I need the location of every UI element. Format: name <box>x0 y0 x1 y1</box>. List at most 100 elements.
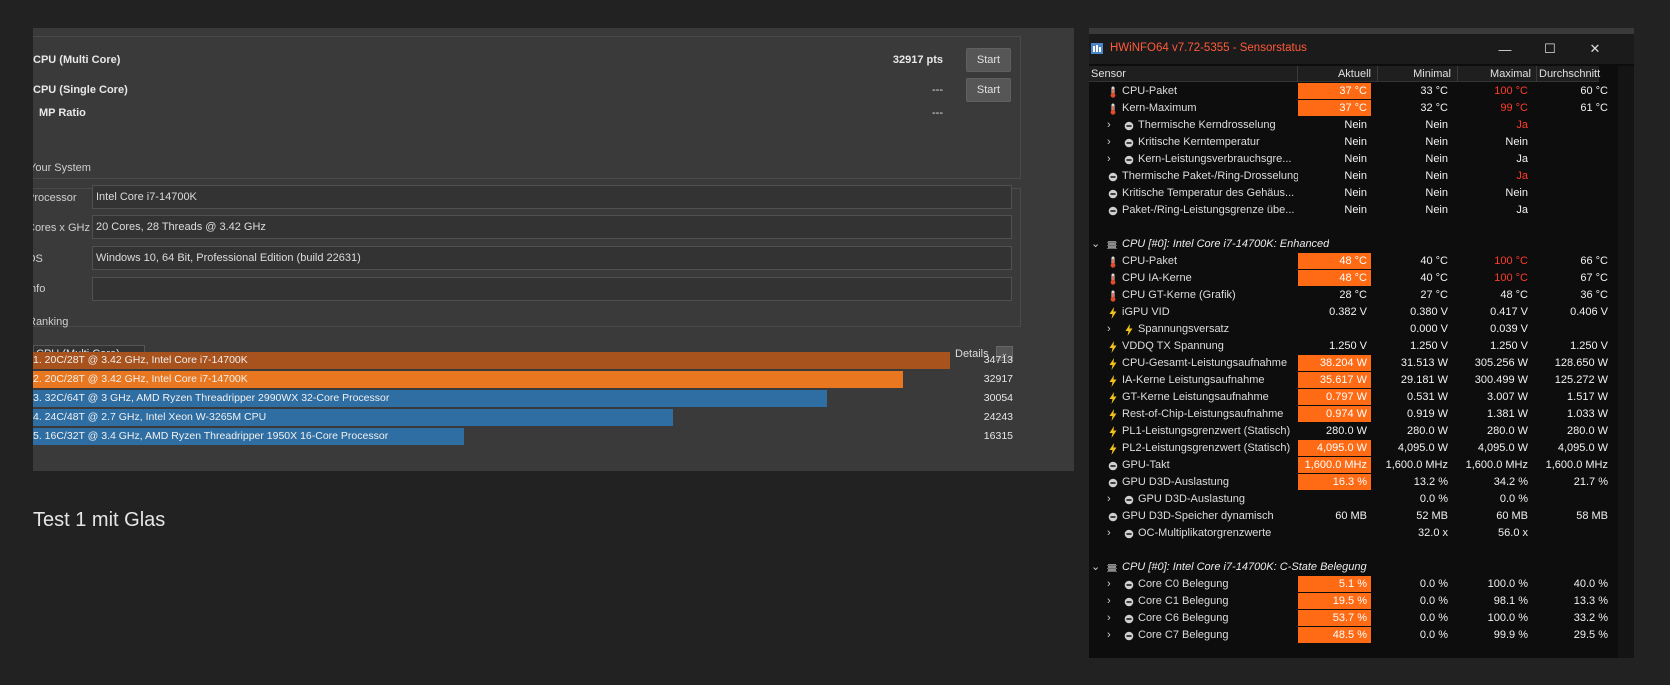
collapse-chevron-icon[interactable]: ⌄ <box>1091 236 1100 252</box>
value-min: 31.513 W <box>1400 357 1448 369</box>
sensor-group-row[interactable]: ⌄ CPU [#0]: Intel Core i7-14700K: C-State… <box>1089 559 1618 576</box>
sys-field-os: Windows 10, 64 Bit, Professional Edition… <box>92 246 1012 270</box>
maximize-button[interactable]: ☐ <box>1530 37 1570 61</box>
expand-chevron-icon[interactable]: › <box>1107 610 1111 626</box>
sensor-row[interactable]: › Core C7 Belegung 48.5 % 0.0 % 99.9 % 29.5 % <box>1089 627 1618 644</box>
value-max: 4,095.0 W <box>1477 442 1528 454</box>
value-current: 4,095.0 W <box>1298 440 1371 456</box>
sensor-row[interactable]: GT-Kerne Leistungsaufnahme 0.797 W 0.531 W… <box>1089 389 1618 406</box>
value-avg <box>1539 525 1612 541</box>
sensor-row[interactable]: GPU D3D-Speicher dynamisch 60 MB 52 MB 60 M… <box>1089 508 1618 525</box>
sensor-row[interactable]: › Core C1 Belegung 19.5 % 0.0 % 98.1 % 13.3 % <box>1089 593 1618 610</box>
header-sensor[interactable]: Sensor <box>1091 66 1291 82</box>
sensor-row[interactable]: › Kritische Kerntemperatur Nein Nein Nein <box>1089 134 1618 151</box>
column-divider[interactable] <box>1536 66 1537 82</box>
sensor-row[interactable]: IA-Kerne Leistungsaufnahme 35.617 W 29.181… <box>1089 372 1618 389</box>
sensor-row[interactable]: › GPU D3D-Auslastung 0.0 % 0.0 % <box>1089 491 1618 508</box>
expand-chevron-icon[interactable]: › <box>1107 134 1111 150</box>
vertical-scrollbar[interactable] <box>1618 66 1634 658</box>
status-circle-icon <box>1124 153 1134 165</box>
ranking-score: 30054 <box>983 392 1013 404</box>
sensor-row[interactable]: Kern-Maximum 37 °C 32 °C 99 °C 61 °C <box>1089 100 1618 117</box>
sensor-name: GPU D3D-Auslastung <box>1138 493 1245 505</box>
expand-chevron-icon[interactable]: › <box>1107 321 1111 337</box>
expand-chevron-icon[interactable]: › <box>1107 151 1111 167</box>
value-min: 0.0 % <box>1419 493 1448 505</box>
header-min[interactable]: Minimal <box>1379 66 1451 82</box>
sensor-row[interactable]: › OC-Multiplikatorgrenzwerte 32.0 x 56.0 x <box>1089 525 1618 542</box>
collapse-chevron-icon[interactable]: ⌄ <box>1091 559 1100 575</box>
sys-label-info: Info <box>33 283 46 295</box>
sensor-row[interactable]: › Core C6 Belegung 53.7 % 0.0 % 100.0 % 33.2 … <box>1089 610 1618 627</box>
sensor-row[interactable]: CPU-Gesamt-Leistungsaufnahme 38.204 W 31.5… <box>1089 355 1618 372</box>
expand-chevron-icon[interactable]: › <box>1107 491 1111 507</box>
title-bar[interactable]: HWiNFO64 v7.72-5355 - Sensorstatus — ☐ ✕ <box>1089 34 1634 64</box>
value-current: Nein <box>1344 136 1367 148</box>
value-min: 33 °C <box>1420 85 1448 97</box>
header-max[interactable]: Maximal <box>1459 66 1531 82</box>
sensor-row[interactable]: CPU-Paket 48 °C 40 °C 100 °C 66 °C <box>1089 253 1618 270</box>
sensor-row[interactable]: › Core C0 Belegung 5.1 % 0.0 % 100.0 % 40.0 % <box>1089 576 1618 593</box>
status-circle-icon <box>1124 629 1134 641</box>
header-current[interactable]: Aktuell <box>1299 66 1371 82</box>
start-multi-core-button[interactable]: Start <box>966 48 1011 72</box>
sensor-row[interactable]: CPU IA-Kerne 48 °C 40 °C 100 °C 67 °C <box>1089 270 1618 287</box>
expand-chevron-icon[interactable]: › <box>1107 576 1111 592</box>
spacer-row <box>1089 542 1618 559</box>
sensor-row[interactable]: › Kern-Leistungsverbrauchsgre... Nein Nein J… <box>1089 151 1618 168</box>
sensor-row[interactable]: Thermische Paket-/Ring-Drosselung Nein Nei… <box>1089 168 1618 185</box>
value-max: 3.007 W <box>1487 391 1528 403</box>
score-name-mp-ratio: MP Ratio <box>39 107 86 119</box>
sensor-row[interactable]: Paket-/Ring-Leistungsgrenze übe... Nein Ne… <box>1089 202 1618 219</box>
value-avg: 0.406 V <box>1570 306 1608 318</box>
column-divider[interactable] <box>1457 66 1458 82</box>
expand-chevron-icon[interactable]: › <box>1107 593 1111 609</box>
sensor-row[interactable]: GPU D3D-Auslastung 16.3 % 13.2 % 34.2 % 21.7… <box>1089 474 1618 491</box>
start-single-core-button[interactable]: Start <box>966 78 1011 102</box>
expand-chevron-icon[interactable]: › <box>1107 117 1111 133</box>
value-max: 98.1 % <box>1493 595 1528 607</box>
value-min: 32.0 x <box>1418 527 1448 539</box>
value-max: Ja <box>1516 204 1528 216</box>
value-max: Nein <box>1505 187 1528 199</box>
value-current: 37 °C <box>1298 100 1371 116</box>
value-avg: 21.7 % <box>1573 476 1608 488</box>
lightning-icon <box>1108 391 1118 404</box>
sensor-row[interactable]: Rest-of-Chip-Leistungsaufnahme 0.974 W 0.9… <box>1089 406 1618 423</box>
value-max: 100 °C <box>1494 255 1528 267</box>
sensor-name: PL1-Leistungsgrenzwert (Statisch) <box>1122 425 1291 437</box>
expand-chevron-icon[interactable]: › <box>1107 627 1111 643</box>
column-divider[interactable] <box>1377 66 1378 82</box>
sensor-row[interactable]: CPU GT-Kerne (Grafik) 28 °C 27 °C 48 °C 36 °… <box>1089 287 1618 304</box>
value-min: 13.2 % <box>1413 476 1448 488</box>
value-current: 48 °C <box>1298 253 1371 269</box>
value-avg <box>1539 202 1612 218</box>
expand-chevron-icon[interactable]: › <box>1107 525 1111 541</box>
value-min: 0.0 % <box>1419 612 1448 624</box>
value-max: 48 °C <box>1500 289 1528 301</box>
value-max: 1,600.0 MHz <box>1465 459 1528 471</box>
score-value-single: --- <box>932 84 943 96</box>
sys-label-processor: Processor <box>33 192 77 204</box>
sensor-row[interactable]: › Thermische Kerndrosselung Nein Nein Ja <box>1089 117 1618 134</box>
sensor-name: Thermische Kerndrosselung <box>1138 119 1276 131</box>
sensor-group-row[interactable]: ⌄ CPU [#0]: Intel Core i7-14700K: Enhance… <box>1089 236 1618 253</box>
sys-field-info[interactable] <box>92 277 1012 301</box>
sensor-row[interactable]: GPU-Takt 1,600.0 MHz 1,600.0 MHz 1,600.0 MH… <box>1089 457 1618 474</box>
sensor-row[interactable]: › Spannungsversatz 0.000 V 0.039 V <box>1089 321 1618 338</box>
sensor-row[interactable]: Kritische Temperatur des Gehäus... Nein Ne… <box>1089 185 1618 202</box>
value-max: 100 °C <box>1494 272 1528 284</box>
sensor-row[interactable]: PL2-Leistungsgrenzwert (Statisch) 4,095.0… <box>1089 440 1618 457</box>
value-avg <box>1539 185 1612 201</box>
sensor-row[interactable]: iGPU VID 0.382 V 0.380 V 0.417 V 0.406 V <box>1089 304 1618 321</box>
minimize-button[interactable]: — <box>1485 37 1525 61</box>
value-min: 4,095.0 W <box>1397 442 1448 454</box>
header-avg[interactable]: Durchschnitt <box>1539 66 1600 82</box>
thermometer-icon <box>1108 255 1118 268</box>
sensor-row[interactable]: PL1-Leistungsgrenzwert (Statisch) 280.0 W… <box>1089 423 1618 440</box>
lightning-icon <box>1108 442 1118 455</box>
close-button[interactable]: ✕ <box>1575 37 1615 61</box>
sensor-row[interactable]: VDDQ TX Spannung 1.250 V 1.250 V 1.250 V 1.2… <box>1089 338 1618 355</box>
column-divider[interactable] <box>1297 66 1298 82</box>
sensor-row[interactable]: CPU-Paket 37 °C 33 °C 100 °C 60 °C <box>1089 83 1618 100</box>
